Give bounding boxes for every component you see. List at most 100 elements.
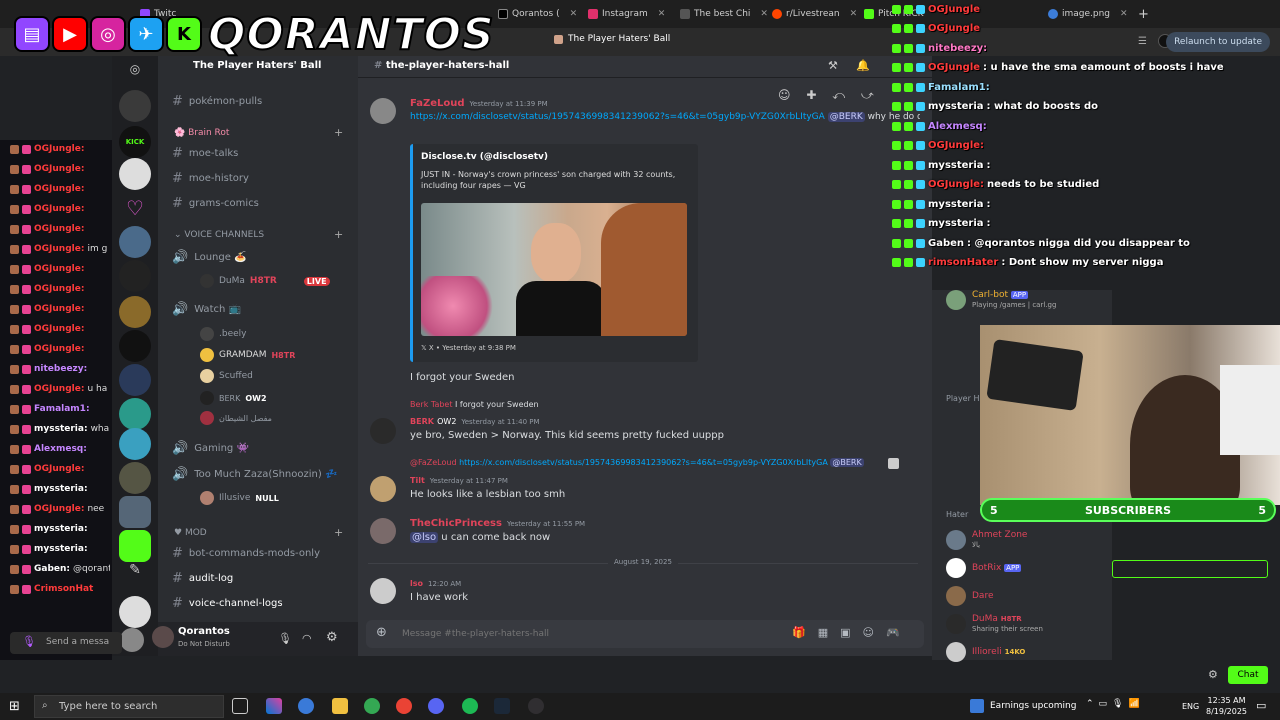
server-icon[interactable] <box>119 260 151 292</box>
steam-icon[interactable] <box>494 698 510 714</box>
close-icon[interactable]: ✕ <box>658 9 666 19</box>
chat-username[interactable]: myssteria: <box>34 424 88 434</box>
reply-preview[interactable]: Berk Tabet I forgot your Sweden <box>410 400 539 409</box>
chat-username[interactable]: Famalam1: <box>34 404 90 414</box>
chat-username[interactable]: myssteria: <box>34 544 88 554</box>
server-icon[interactable] <box>119 158 151 190</box>
taskbar-search[interactable]: ⌕ Type here to search <box>34 695 224 718</box>
server-icon[interactable] <box>119 330 151 362</box>
server-icon[interactable] <box>119 428 151 460</box>
message-link[interactable]: https://x.com/disclosetv/status/19574369… <box>410 112 825 122</box>
member-item[interactable]: Ahmet Zone يالا <box>946 530 1027 550</box>
file-explorer-icon[interactable] <box>332 698 348 714</box>
message-input[interactable] <box>402 624 782 644</box>
chat-username[interactable]: myssteria <box>928 218 984 229</box>
chat-username[interactable]: OGJungle <box>928 62 980 73</box>
embed-image[interactable] <box>421 203 687 336</box>
composer-tools[interactable]: 🎁▦▣☺🎮 <box>792 626 912 639</box>
right-chat-input[interactable] <box>1112 560 1268 578</box>
category-mod[interactable]: ♥ MOD <box>174 528 207 538</box>
avatar[interactable] <box>120 628 144 652</box>
chrome-icon[interactable] <box>364 698 380 714</box>
server-icon[interactable] <box>119 462 151 494</box>
chat-username[interactable]: rimsonHater <box>928 257 998 268</box>
obs-icon[interactable] <box>528 698 544 714</box>
close-icon[interactable]: ✕ <box>760 9 768 19</box>
chat-username[interactable]: Gaben: <box>34 564 70 574</box>
chat-username[interactable]: OGJungle <box>928 23 980 34</box>
task-view-icon[interactable] <box>232 698 248 714</box>
server-icon[interactable] <box>119 398 151 430</box>
chat-username[interactable]: OGJungle: <box>34 464 84 474</box>
microphone-icon[interactable]: 🎙 <box>278 632 292 645</box>
chat-username[interactable]: OGJungle: <box>34 344 84 354</box>
chat-username[interactable]: nitebeezy: <box>928 43 987 54</box>
server-icon[interactable] <box>119 530 151 562</box>
add-channel-icon[interactable]: + <box>334 126 343 139</box>
chat-username[interactable]: OGJungle: <box>928 140 984 151</box>
chat-username[interactable]: OGJungle: <box>34 204 84 214</box>
chat-username[interactable]: Famalam1: <box>928 82 990 93</box>
embed-author[interactable]: Disclose.tv (@disclosetv) <box>421 152 548 162</box>
server-icon[interactable] <box>119 596 151 628</box>
channel-item[interactable]: # voice-channel-logs <box>172 596 283 611</box>
headset-icon[interactable]: ◠ <box>302 632 312 645</box>
chat-username[interactable]: CrimsonHat <box>34 584 93 594</box>
close-icon[interactable]: ✕ <box>570 9 578 19</box>
category-voice-channels[interactable]: ⌄ VOICE CHANNELS <box>174 230 264 240</box>
voice-user[interactable]: GRAMDAM H8TR <box>200 348 295 362</box>
chrome-icon[interactable] <box>396 698 412 714</box>
voice-channel-watch[interactable]: 🔊 Watch 📺 <box>172 302 241 317</box>
notifications-icon[interactable]: ▭ <box>1256 699 1266 712</box>
channel-item[interactable]: # moe-history <box>172 171 249 186</box>
voice-user[interactable]: .beely <box>200 327 246 341</box>
system-tray[interactable]: ⌃▭🎙📶 <box>1086 699 1145 709</box>
channel-item[interactable]: # moe-talks <box>172 146 238 161</box>
left-chat-input[interactable]: Send a messa <box>46 637 109 647</box>
server-icon[interactable] <box>119 296 151 328</box>
member-item[interactable]: DuMa H8TR Sharing their screen <box>946 614 1043 634</box>
chat-username[interactable]: OGJungle: <box>34 224 84 234</box>
server-icon[interactable] <box>119 496 151 528</box>
add-channel-icon[interactable]: + <box>334 526 343 539</box>
taskbar-clock[interactable]: 12:35 AM 8/19/2025 <box>1206 695 1247 717</box>
voice-user[interactable]: مفصل الشيطان <box>200 411 272 425</box>
member-item[interactable]: Dare <box>946 586 994 606</box>
discord-icon[interactable] <box>428 698 444 714</box>
chat-username[interactable]: OGJungle <box>928 4 980 15</box>
windows-start-icon[interactable]: ⊞ <box>9 699 20 714</box>
member-item[interactable]: Carl-bot APP Playing /games | carl.gg <box>946 290 1056 310</box>
add-channel-icon[interactable]: + <box>334 228 343 241</box>
server-icon[interactable] <box>119 226 151 258</box>
chat-username[interactable]: Gaben <box>928 238 964 249</box>
voice-channel-zaza[interactable]: 🔊 Too Much Zaza(Shnoozin) 💤 <box>172 467 337 482</box>
chat-username[interactable]: myssteria: <box>34 524 88 534</box>
gear-icon[interactable]: ⚙ <box>326 630 338 645</box>
chat-username[interactable]: OGJungle: <box>34 144 84 154</box>
tab-qorantos[interactable]: Qorantos (✕ <box>498 4 577 24</box>
chat-username[interactable]: OGJungle: <box>34 264 84 274</box>
voice-user[interactable]: Illusive NULL <box>200 491 279 505</box>
gear-icon[interactable]: ⚙ <box>1208 668 1218 681</box>
chat-username[interactable]: OGJungle: <box>34 504 84 514</box>
copilot-icon[interactable] <box>266 698 282 714</box>
voice-channel-gaming[interactable]: 🔊 Gaming 👾 <box>172 441 249 456</box>
server-icon[interactable] <box>119 90 151 122</box>
edge-icon[interactable] <box>298 698 314 714</box>
chat-username[interactable]: myssteria <box>928 199 984 210</box>
chat-username[interactable]: myssteria <box>928 101 984 112</box>
voice-channel-lounge[interactable]: 🔊 Lounge 🍝 <box>172 250 247 265</box>
kick-keep-server-icon[interactable]: KICK <box>119 126 151 158</box>
language-indicator[interactable]: ENG <box>1182 702 1199 711</box>
attach-plus-icon[interactable]: ⊕ <box>376 625 387 640</box>
member-item[interactable]: Illioreli 14KO <box>946 642 1025 662</box>
channel-item[interactable]: # pokémon-pulls <box>172 94 262 109</box>
chat-username[interactable]: Alexmesq: <box>928 121 987 132</box>
chat-username[interactable]: OGJungle: <box>34 304 84 314</box>
reply-preview[interactable]: @FaZeLoud https://x.com/disclosetv/statu… <box>410 458 880 467</box>
chat-username[interactable]: OGJungle: <box>34 244 84 254</box>
chat-username[interactable]: OGJungle: <box>34 184 84 194</box>
close-icon[interactable]: ✕ <box>850 9 858 19</box>
channel-item[interactable]: # bot-commands-mods-only <box>172 546 320 561</box>
chat-username[interactable]: OGJungle: <box>34 284 84 294</box>
